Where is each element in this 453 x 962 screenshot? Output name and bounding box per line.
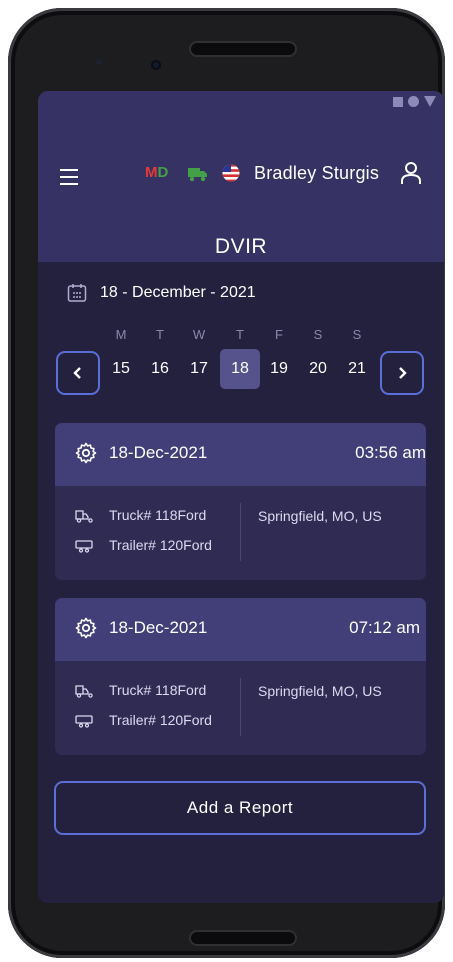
report-card-header: 18-Dec-2021 07:12 am	[55, 598, 426, 661]
report-date: 18-Dec-2021	[109, 443, 208, 462]
gear-icon	[75, 617, 97, 639]
next-week-button[interactable]	[380, 351, 424, 395]
trailer-icon	[75, 715, 93, 728]
report-time: 03:56 am	[355, 443, 426, 462]
truck-number: Truck# 118Ford	[109, 682, 207, 698]
divider	[240, 503, 241, 561]
phone-frame: MD Bradley Sturgis DVIR 18 - December - …	[8, 8, 445, 958]
menu-icon[interactable]	[60, 169, 78, 190]
calendar-icon[interactable]	[67, 283, 87, 303]
day-of-week: M	[115, 327, 127, 342]
status-badge: MD	[145, 164, 168, 181]
report-time: 07:12 am	[349, 618, 420, 637]
signal-icon	[424, 96, 436, 107]
status-icons	[393, 96, 436, 107]
trailer-number: Trailer# 120Ford	[109, 537, 212, 553]
day-number: 20	[309, 360, 327, 377]
report-card[interactable]: 18-Dec-2021 07:12 am Truck# 118Ford Trai…	[55, 598, 426, 755]
day-number: 15	[112, 360, 130, 377]
sensor-dot	[96, 59, 102, 65]
report-location: Springfield, MO, US	[258, 508, 382, 524]
day-number: 21	[348, 360, 366, 377]
divider	[240, 678, 241, 736]
chevron-left-icon	[73, 367, 81, 379]
report-card-header: 18-Dec-2021 03:56 am	[55, 423, 426, 486]
stop-icon	[393, 96, 403, 107]
bottom-speaker	[189, 930, 297, 946]
status-bar	[38, 91, 444, 117]
truck-number: Truck# 118Ford	[109, 507, 207, 523]
page-title: DVIR	[214, 235, 268, 258]
badge-d: D	[157, 164, 169, 181]
day-of-week: W	[192, 327, 206, 342]
badge-m: M	[145, 164, 158, 181]
trailer-icon	[75, 540, 93, 553]
front-camera	[151, 60, 161, 70]
day-of-week: T	[156, 327, 164, 342]
chevron-right-icon	[399, 367, 407, 379]
day-number-selected: 18	[220, 349, 260, 389]
user-icon[interactable]	[400, 161, 422, 185]
day-number: 19	[270, 360, 288, 377]
previous-week-button[interactable]	[56, 351, 100, 395]
truck-icon	[75, 510, 93, 523]
us-flag-icon	[222, 164, 240, 182]
app-header: MD Bradley Sturgis DVIR	[38, 117, 444, 262]
gear-icon	[75, 442, 97, 464]
truck-icon	[188, 168, 207, 182]
selected-date-label: 18 - December - 2021	[100, 284, 256, 301]
day-of-week: F	[275, 327, 283, 342]
day-of-week: T	[236, 327, 244, 342]
day-of-week: S	[352, 327, 362, 342]
day-number: 17	[190, 360, 208, 377]
user-name: Bradley Sturgis	[254, 163, 380, 183]
trailer-number: Trailer# 120Ford	[109, 712, 212, 728]
app-screen: MD Bradley Sturgis DVIR 18 - December - …	[38, 91, 444, 903]
day-of-week: S	[313, 327, 323, 342]
speaker-grille	[189, 41, 297, 57]
report-card[interactable]: 18-Dec-2021 03:56 am Truck# 118Ford Trai…	[55, 423, 426, 580]
report-date: 18-Dec-2021	[109, 618, 208, 637]
day-number: 16	[151, 360, 169, 377]
report-location: Springfield, MO, US	[258, 683, 382, 699]
record-icon	[408, 96, 419, 107]
add-report-button[interactable]: Add a Report	[54, 781, 426, 835]
truck-icon	[75, 685, 93, 698]
